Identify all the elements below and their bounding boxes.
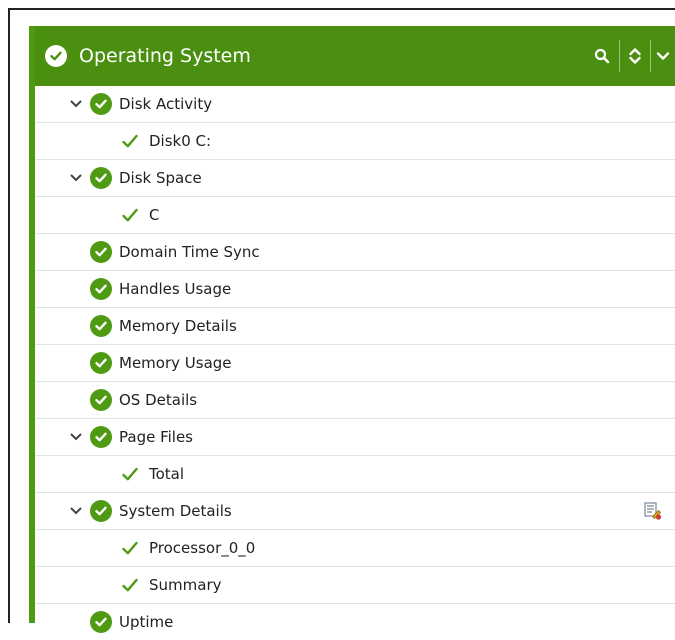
- tree-row-c[interactable]: C: [35, 197, 675, 234]
- tree-row-page-files[interactable]: Page Files: [35, 419, 675, 456]
- tree-row-disk-activity[interactable]: Disk Activity: [35, 86, 675, 123]
- tree-row-label: Total: [149, 465, 185, 483]
- chevron-down-icon[interactable]: [69, 97, 83, 111]
- tree-row-processor-0-0[interactable]: Processor_0_0: [35, 530, 675, 567]
- tree-row-memory-usage[interactable]: Memory Usage: [35, 345, 675, 382]
- tree-row-domain-time-sync[interactable]: Domain Time Sync: [35, 234, 675, 271]
- monitor-tree: Disk Activity Disk0 C: Disk Space C Doma…: [35, 86, 675, 640]
- tree-row-label: Page Files: [119, 428, 193, 446]
- checkmark-icon: [121, 132, 139, 150]
- check-circle-icon: [45, 45, 67, 67]
- tree-row-total[interactable]: Total: [35, 456, 675, 493]
- chevron-down-icon[interactable]: [69, 504, 83, 518]
- tree-row-label: Summary: [149, 576, 222, 594]
- tree-row-label: Handles Usage: [119, 280, 232, 298]
- tree-row-label: Memory Usage: [119, 354, 232, 372]
- checkmark-icon: [121, 465, 139, 483]
- tree-row-summary[interactable]: Summary: [35, 567, 675, 604]
- search-icon[interactable]: [585, 26, 619, 86]
- chevron-down-icon[interactable]: [69, 171, 83, 185]
- tree-row-label: OS Details: [119, 391, 198, 409]
- check-circle-icon: [90, 352, 112, 374]
- tree-row-label: Uptime: [119, 613, 174, 631]
- sort-icon[interactable]: [620, 26, 650, 86]
- tree-row-handles-usage[interactable]: Handles Usage: [35, 271, 675, 308]
- tree-row-disk0-c[interactable]: Disk0 C:: [35, 123, 675, 160]
- tree-row-label: Processor_0_0: [149, 539, 256, 557]
- check-circle-icon: [90, 426, 112, 448]
- panel-title: Operating System: [79, 45, 251, 67]
- check-circle-icon: [90, 93, 112, 115]
- tree-row-label: C: [149, 206, 160, 224]
- tree-row-uptime[interactable]: Uptime: [35, 604, 675, 640]
- chevron-down-icon[interactable]: [69, 430, 83, 444]
- operating-system-panel: Operating System Disk Activity Disk0 C: …: [29, 26, 675, 633]
- check-circle-icon: [90, 500, 112, 522]
- tree-row-disk-space[interactable]: Disk Space: [35, 160, 675, 197]
- panel-header: Operating System: [35, 26, 675, 86]
- chevron-down-icon[interactable]: [651, 26, 675, 86]
- window-frame: Operating System Disk Activity Disk0 C: …: [8, 8, 675, 633]
- tree-row-label: System Details: [119, 502, 232, 520]
- tree-row-os-details[interactable]: OS Details: [35, 382, 675, 419]
- check-circle-icon: [90, 278, 112, 300]
- edit-report-icon[interactable]: [643, 501, 663, 521]
- check-circle-icon: [90, 241, 112, 263]
- checkmark-icon: [121, 206, 139, 224]
- tree-row-label: Domain Time Sync: [119, 243, 260, 261]
- checkmark-icon: [121, 576, 139, 594]
- header-tools: [585, 26, 675, 86]
- check-circle-icon: [90, 315, 112, 337]
- tree-row-label: Disk0 C:: [149, 132, 212, 150]
- check-circle-icon: [90, 611, 112, 633]
- check-circle-icon: [90, 389, 112, 411]
- checkmark-icon: [121, 539, 139, 557]
- tree-row-label: Disk Activity: [119, 95, 213, 113]
- tree-row-system-details[interactable]: System Details: [35, 493, 675, 530]
- tree-row-label: Disk Space: [119, 169, 202, 187]
- check-circle-icon: [90, 167, 112, 189]
- tree-row-memory-details[interactable]: Memory Details: [35, 308, 675, 345]
- tree-row-label: Memory Details: [119, 317, 237, 335]
